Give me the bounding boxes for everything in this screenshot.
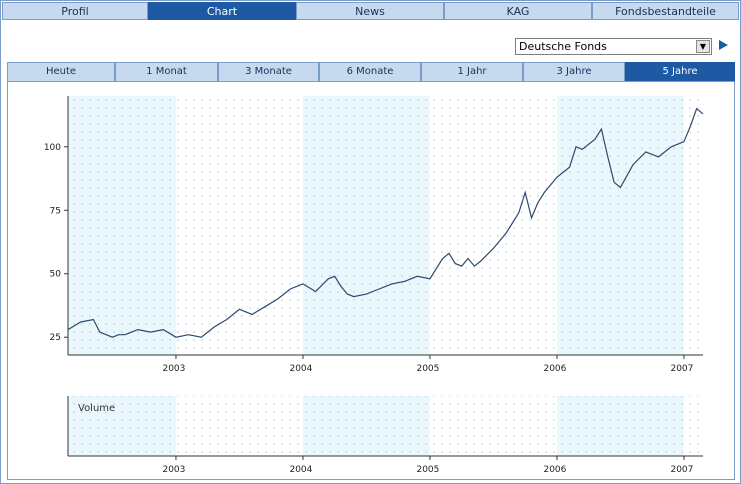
y-tick-label: 25 bbox=[50, 333, 61, 343]
range-tab-1-monat[interactable]: 1 Monat bbox=[115, 62, 218, 81]
range-tab-5-jahre[interactable]: 5 Jahre bbox=[625, 62, 735, 81]
tab-chart[interactable]: Chart bbox=[148, 2, 296, 20]
volume-label: Volume bbox=[78, 403, 115, 414]
volume-x-tick-label: 2005 bbox=[416, 465, 439, 475]
price-chart-svg: 2003 2004 2005 2006 2007255075100 2003 2004 20… bbox=[44, 96, 704, 475]
price-grid bbox=[68, 96, 703, 355]
play-icon[interactable] bbox=[719, 40, 728, 50]
range-tab-heute[interactable]: Heute bbox=[7, 62, 115, 81]
tab-profil[interactable]: Profil bbox=[2, 2, 148, 20]
fund-category-value: Deutsche Fonds bbox=[519, 40, 607, 53]
volume-chart: 2003 2004 2005 2006 2007 Volume bbox=[67, 396, 703, 475]
tab-kag[interactable]: KAG bbox=[444, 2, 592, 20]
main-tab-bar: Profil Chart News KAG Fondsbestandteile bbox=[0, 0, 741, 22]
price-x-tick-label: 2005 bbox=[416, 364, 439, 374]
y-tick-label: 50 bbox=[50, 270, 62, 280]
volume-x-tick-label: 2006 bbox=[543, 465, 566, 475]
tab-news[interactable]: News bbox=[296, 2, 444, 20]
volume-grid bbox=[68, 396, 703, 456]
volume-x-tick-label: 2004 bbox=[289, 465, 312, 475]
price-x-tick-label: 2007 bbox=[670, 364, 693, 374]
range-tab-1-jahr[interactable]: 1 Jahr bbox=[421, 62, 523, 81]
volume-x-tick-label: 2007 bbox=[670, 465, 693, 475]
range-tab-bar: Heute 1 Monat 3 Monate 6 Monate 1 Jahr 3… bbox=[7, 62, 735, 81]
range-tab-3-monate[interactable]: 3 Monate bbox=[218, 62, 319, 81]
y-tick-label: 100 bbox=[44, 143, 61, 153]
dropdown-arrow-icon[interactable]: ▼ bbox=[696, 40, 710, 53]
price-x-tick-label: 2006 bbox=[543, 364, 566, 374]
tab-fondsbestandteile[interactable]: Fondsbestandteile bbox=[592, 2, 739, 20]
price-x-tick-label: 2003 bbox=[162, 364, 185, 374]
volume-x-tick-label: 2003 bbox=[162, 465, 185, 475]
price-x-tick-label: 2004 bbox=[289, 364, 312, 374]
range-tab-6-monate[interactable]: 6 Monate bbox=[319, 62, 421, 81]
fund-category-select[interactable]: Deutsche Fonds ▼ bbox=[515, 38, 712, 55]
chart-area: 2003 2004 2005 2006 2007 25 50 75 100 2003 2004 20… bbox=[7, 81, 735, 480]
y-tick-label: 75 bbox=[50, 206, 61, 216]
price-chart: 2003 2004 2005 2006 2007 25 50 75 100 bbox=[44, 96, 704, 374]
range-tab-3-jahre[interactable]: 3 Jahre bbox=[523, 62, 625, 81]
